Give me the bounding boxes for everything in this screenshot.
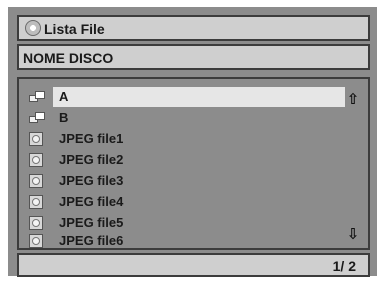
file-list: A B JPEG file1 JPEG file2 JPEG file3 JPE…: [17, 77, 370, 250]
list-item-label: JPEG file6: [59, 233, 124, 248]
list-item[interactable]: JPEG file1: [19, 129, 368, 149]
list-item-label: JPEG file3: [59, 173, 124, 188]
list-item[interactable]: JPEG file5: [19, 213, 368, 233]
list-item-label: JPEG file4: [59, 194, 124, 209]
list-item[interactable]: JPEG file3: [19, 171, 368, 191]
list-item[interactable]: JPEG file6: [19, 231, 368, 251]
list-item-label: JPEG file2: [59, 152, 124, 167]
jpeg-file-icon: [29, 216, 43, 230]
disc-icon: [25, 20, 41, 36]
disc-name-bar: NOME DISCO: [17, 44, 370, 70]
list-item-label: A: [59, 89, 69, 104]
jpeg-file-icon: [29, 153, 43, 167]
jpeg-file-icon: [29, 234, 43, 248]
jpeg-file-icon: [29, 132, 43, 146]
list-item[interactable]: JPEG file4: [19, 192, 368, 212]
file-list-screen: Lista File NOME DISCO A B JPEG file1 JPE…: [8, 7, 377, 277]
down-arrow-icon[interactable]: ⇩: [346, 226, 360, 242]
list-item[interactable]: B: [19, 108, 368, 128]
jpeg-file-icon: [29, 195, 43, 209]
window-title: Lista File: [44, 21, 105, 37]
jpeg-file-icon: [29, 174, 43, 188]
disc-name: NOME DISCO: [23, 50, 114, 66]
list-item[interactable]: JPEG file2: [19, 150, 368, 170]
status-bar: 1/ 2: [17, 253, 370, 277]
folder-icon: [29, 91, 45, 103]
selection-highlight: [53, 87, 345, 107]
title-bar: Lista File: [17, 15, 370, 41]
page-indicator: 1/ 2: [332, 258, 356, 274]
list-item[interactable]: A: [19, 87, 368, 107]
folder-icon: [29, 112, 45, 124]
list-item-label: JPEG file1: [59, 131, 124, 146]
list-item-label: B: [59, 110, 69, 125]
list-item-label: JPEG file5: [59, 215, 124, 230]
up-arrow-icon[interactable]: ⇧: [346, 91, 360, 107]
